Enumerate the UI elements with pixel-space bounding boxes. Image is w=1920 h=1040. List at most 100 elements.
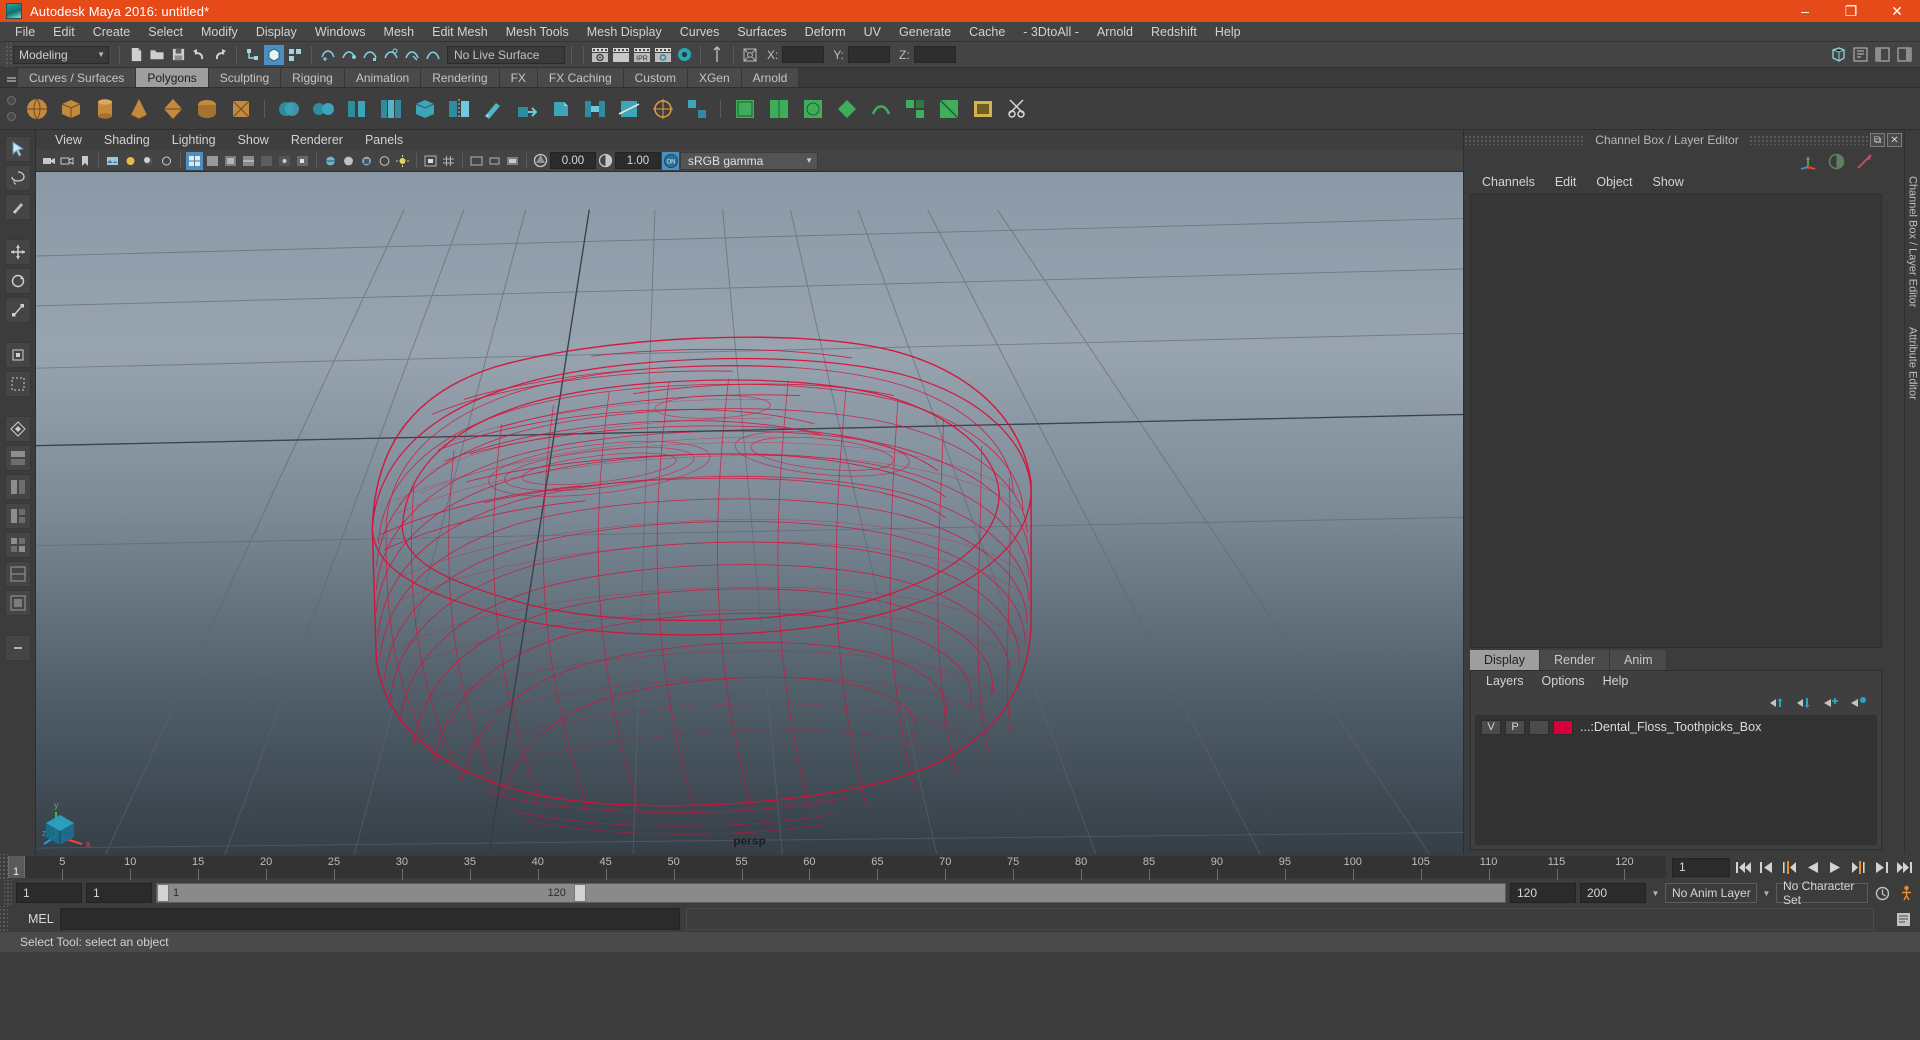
menu-item-arnold[interactable]: Arnold xyxy=(1088,22,1142,42)
menu-item-mesh-display[interactable]: Mesh Display xyxy=(578,22,671,42)
menu-item-windows[interactable]: Windows xyxy=(306,22,375,42)
resolution-gate-icon[interactable] xyxy=(486,152,503,170)
channel-box-content[interactable] xyxy=(1470,194,1882,648)
channel-box-menu-channels[interactable]: Channels xyxy=(1472,172,1545,192)
layer-row[interactable]: V P ...:Dental_Floss_Toothpicks_Box xyxy=(1475,718,1877,736)
layer-visibility-toggle[interactable]: V xyxy=(1481,719,1501,735)
camera-attributes-icon[interactable] xyxy=(58,152,75,170)
character-set-field[interactable]: No Character Set xyxy=(1776,879,1868,907)
side-tab-channel-box[interactable]: Channel Box / Layer Editor xyxy=(1907,166,1919,317)
quad-draw-icon[interactable] xyxy=(681,93,712,124)
move-layer-down-icon[interactable] xyxy=(1796,696,1813,709)
render-settings-button[interactable] xyxy=(653,45,673,65)
separate-icon[interactable] xyxy=(307,93,338,124)
layer-menu-help[interactable]: Help xyxy=(1594,671,1638,691)
animation-end-time-field[interactable]: 200 xyxy=(1580,883,1646,903)
shelf-options-icon[interactable] xyxy=(4,88,18,130)
anim-layer-field[interactable]: No Anim Layer xyxy=(1665,883,1757,903)
make-live-button[interactable] xyxy=(423,45,443,65)
show-hide-tool-settings-button[interactable] xyxy=(1872,45,1892,65)
step-forward-frame-button[interactable] xyxy=(1871,857,1891,877)
minimize-button[interactable]: – xyxy=(1782,0,1828,22)
booleans-icon[interactable] xyxy=(375,93,406,124)
shelf-tab-fx-caching[interactable]: FX Caching xyxy=(537,68,624,87)
snap-to-projected-center-button[interactable] xyxy=(381,45,401,65)
range-slider-drag-handle[interactable] xyxy=(4,880,12,906)
smooth-shade-selected-icon[interactable] xyxy=(222,152,239,170)
playhead[interactable]: 1 xyxy=(8,856,25,878)
menu-item-create[interactable]: Create xyxy=(84,22,140,42)
input-output-connections-icon[interactable] xyxy=(1855,152,1874,171)
uv-layout-icon[interactable] xyxy=(899,93,930,124)
menu-item-uv[interactable]: UV xyxy=(855,22,890,42)
3d-viewport[interactable]: persp y x z xyxy=(36,172,1463,854)
channel-box-menu-edit[interactable]: Edit xyxy=(1545,172,1587,192)
shelf-tab-sculpting[interactable]: Sculpting xyxy=(208,68,282,87)
z-coordinate-input[interactable] xyxy=(913,46,956,63)
viewport-menu-renderer[interactable]: Renderer xyxy=(280,130,354,150)
shelf-tab-arnold[interactable]: Arnold xyxy=(741,68,800,87)
gamma-icon[interactable] xyxy=(597,152,614,170)
time-slider-drag-handle[interactable] xyxy=(0,854,8,880)
layer-name[interactable]: ...:Dental_Floss_Toothpicks_Box xyxy=(1580,720,1761,734)
uv-unfold-icon[interactable] xyxy=(865,93,896,124)
bevel-icon[interactable] xyxy=(545,93,576,124)
bridge-icon[interactable] xyxy=(579,93,610,124)
snap-to-curve-button[interactable] xyxy=(339,45,359,65)
range-end-handle[interactable] xyxy=(573,884,586,902)
side-tab-attribute-editor[interactable]: Attribute Editor xyxy=(1907,317,1919,410)
shelf-tab-rendering[interactable]: Rendering xyxy=(421,68,500,87)
shelf-tab-polygons[interactable]: Polygons xyxy=(136,68,209,87)
y-coordinate-input[interactable] xyxy=(848,46,891,63)
polygon-sphere-icon[interactable] xyxy=(21,93,52,124)
menu-item-file[interactable]: File xyxy=(6,22,44,42)
multi-cut-icon[interactable] xyxy=(613,93,644,124)
shelf-tab-curves-surfaces[interactable]: Curves / Surfaces xyxy=(18,68,137,87)
script-editor-button[interactable] xyxy=(1892,908,1914,930)
create-new-layer-icon[interactable] xyxy=(1823,696,1840,709)
polygon-torus-icon[interactable] xyxy=(157,93,188,124)
layer-list[interactable]: V P ...:Dental_Floss_Toothpicks_Box xyxy=(1475,715,1877,845)
polygon-disc-icon[interactable] xyxy=(225,93,256,124)
ambient-occlusion-icon[interactable] xyxy=(158,152,175,170)
shelf-tab-custom[interactable]: Custom xyxy=(623,68,688,87)
layer-tab-render[interactable]: Render xyxy=(1540,650,1610,670)
select-camera-icon[interactable] xyxy=(40,152,57,170)
select-by-hierarchy-button[interactable] xyxy=(243,45,263,65)
menu-item-3dtoall[interactable]: - 3DtoAll - xyxy=(1014,22,1088,42)
redo-button[interactable] xyxy=(210,45,230,65)
show-hide-channel-box-button[interactable] xyxy=(1894,45,1914,65)
play-forwards-button[interactable] xyxy=(1825,857,1845,877)
menu-item-mesh[interactable]: Mesh xyxy=(375,22,424,42)
viewport-menu-view[interactable]: View xyxy=(44,130,93,150)
go-to-end-button[interactable] xyxy=(1894,857,1914,877)
film-gate-icon[interactable] xyxy=(468,152,485,170)
mirror-geometry-icon[interactable] xyxy=(443,93,474,124)
anim-layer-dropdown-icon[interactable]: ▼ xyxy=(1650,883,1661,903)
select-by-component-type-button[interactable] xyxy=(285,45,305,65)
two-sided-lighting-icon[interactable] xyxy=(122,152,139,170)
layer-playback-toggle[interactable]: P xyxy=(1505,719,1525,735)
show-hide-attribute-editor-button[interactable] xyxy=(1850,45,1870,65)
layout-two-panes-stacked-button[interactable] xyxy=(4,445,31,471)
live-surface-field[interactable]: No Live Surface xyxy=(447,45,565,64)
channel-box-menu-show[interactable]: Show xyxy=(1643,172,1694,192)
select-by-object-type-button[interactable] xyxy=(264,44,284,65)
layer-menu-layers[interactable]: Layers xyxy=(1477,671,1533,691)
viewport-menu-shading[interactable]: Shading xyxy=(93,130,161,150)
shelf-menu-icon[interactable] xyxy=(4,68,18,87)
playback-end-time-field[interactable]: 120 xyxy=(1510,883,1576,903)
sculpt-tool-icon[interactable] xyxy=(477,93,508,124)
polygon-cone-icon[interactable] xyxy=(123,93,154,124)
menu-item-display[interactable]: Display xyxy=(247,22,306,42)
close-button[interactable]: ✕ xyxy=(1874,0,1920,22)
layer-shading-toggle[interactable] xyxy=(1529,719,1549,735)
polygon-plane-icon[interactable] xyxy=(191,93,222,124)
display-textures-icon[interactable] xyxy=(358,152,375,170)
select-tool-button[interactable] xyxy=(4,136,31,162)
rotate-tool-button[interactable] xyxy=(4,268,31,294)
menu-item-curves[interactable]: Curves xyxy=(671,22,729,42)
menu-item-select[interactable]: Select xyxy=(139,22,192,42)
show-hide-modeling-toolkit-button[interactable] xyxy=(1828,45,1848,65)
exposure-input[interactable]: 0.00 xyxy=(550,152,596,169)
